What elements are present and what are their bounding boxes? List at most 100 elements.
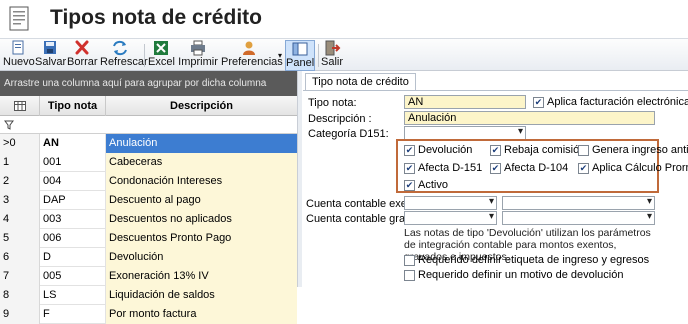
row-index: 4 bbox=[0, 210, 40, 229]
cell-descripcion[interactable]: Exoneración 13% IV bbox=[106, 267, 297, 286]
row-index: 3 bbox=[0, 191, 40, 210]
gravado-account-name-select[interactable] bbox=[502, 211, 655, 225]
panel-splitter[interactable] bbox=[297, 71, 302, 287]
exento-account-name-select[interactable] bbox=[502, 196, 655, 210]
cell-tipo[interactable]: 006 bbox=[40, 229, 106, 248]
rebaja-checkbox[interactable]: ✔ Rebaja comisión bbox=[490, 144, 585, 156]
document-icon bbox=[9, 6, 29, 31]
cell-tipo[interactable]: DAP bbox=[40, 191, 106, 210]
column-chooser-icon[interactable] bbox=[0, 96, 40, 116]
categoria-label: Categoría D151: bbox=[308, 128, 389, 140]
filter-icon[interactable] bbox=[4, 120, 14, 130]
checkbox-unchecked-icon[interactable] bbox=[404, 269, 415, 281]
checkbox-checked-icon[interactable]: ✔ bbox=[404, 179, 415, 191]
row-indicator: >0 bbox=[0, 134, 40, 153]
cell-descripcion[interactable]: Liquidación de saldos bbox=[106, 286, 297, 305]
cell-tipo[interactable]: 004 bbox=[40, 172, 106, 191]
row-index: 2 bbox=[0, 172, 40, 191]
new-label: Nuevo bbox=[3, 56, 35, 68]
checkbox-checked-icon[interactable]: ✔ bbox=[404, 162, 415, 174]
cell-descripcion[interactable]: Cabeceras bbox=[106, 153, 297, 172]
panel-button[interactable]: Panel bbox=[285, 40, 315, 71]
cell-tipo[interactable]: LS bbox=[40, 286, 106, 305]
checkbox-unchecked-icon[interactable] bbox=[404, 254, 415, 266]
row-index: 9 bbox=[0, 305, 40, 324]
refresh-button[interactable]: Refrescar bbox=[100, 40, 148, 71]
table-row[interactable]: 5 006 Descuentos Pronto Pago bbox=[0, 229, 297, 248]
cell-descripcion[interactable]: Descuentos Pronto Pago bbox=[106, 229, 297, 248]
window-title: Tipos nota de crédito bbox=[50, 6, 262, 29]
cell-descripcion[interactable]: Devolución bbox=[106, 248, 297, 267]
cell-tipo[interactable]: AN bbox=[40, 134, 106, 153]
req-etiqueta-checkbox[interactable]: Requerido definir etiqueta de ingreso y … bbox=[404, 254, 649, 266]
preferences-button[interactable]: Preferencias bbox=[221, 40, 283, 71]
table-row[interactable]: 3 DAP Descuento al pago bbox=[0, 191, 297, 210]
title-bar: Tipos nota de crédito bbox=[0, 0, 688, 38]
afecta-104-label: Afecta D-104 bbox=[504, 162, 569, 174]
req-motivo-label: Requerido definir un motivo de devolució… bbox=[418, 269, 624, 281]
grid-header: Tipo nota Descripción bbox=[0, 96, 297, 116]
tab-tipo-nota[interactable]: Tipo nota de crédito bbox=[305, 73, 416, 91]
afecta-104-checkbox[interactable]: ✔ Afecta D-104 bbox=[490, 162, 568, 174]
cell-tipo[interactable]: D bbox=[40, 248, 106, 267]
checkbox-unchecked-icon[interactable] bbox=[578, 144, 589, 156]
table-row[interactable]: 8 LS Liquidación de saldos bbox=[0, 286, 297, 305]
print-button[interactable]: Imprimir bbox=[178, 40, 218, 71]
grid-rows: >0 AN Anulación 1 001 Cabeceras 2 004 Co… bbox=[0, 134, 297, 324]
new-button[interactable]: Nuevo bbox=[3, 40, 35, 71]
print-icon bbox=[191, 40, 205, 56]
cell-descripcion[interactable]: Descuento al pago bbox=[106, 191, 297, 210]
group-by-hint[interactable]: Arrastre una columna aquí para agrupar p… bbox=[0, 71, 297, 96]
filter-row[interactable] bbox=[0, 117, 297, 134]
checkbox-checked-icon[interactable]: ✔ bbox=[578, 162, 589, 174]
excel-button[interactable]: Excel bbox=[148, 40, 175, 71]
tipo-nota-input[interactable]: AN bbox=[404, 95, 526, 109]
row-index: 8 bbox=[0, 286, 40, 305]
checkbox-checked-icon[interactable]: ✔ bbox=[490, 144, 501, 156]
fe-checkbox[interactable]: ✔ Aplica facturación electrónica bbox=[533, 96, 688, 108]
row-index: 6 bbox=[0, 248, 40, 267]
cell-tipo[interactable]: 005 bbox=[40, 267, 106, 286]
column-header-descripcion[interactable]: Descripción bbox=[106, 96, 297, 116]
cell-descripcion[interactable]: Condonación Intereses bbox=[106, 172, 297, 191]
cell-tipo[interactable]: 001 bbox=[40, 153, 106, 172]
tipo-nota-label: Tipo nota: bbox=[308, 97, 357, 109]
checkbox-checked-icon[interactable]: ✔ bbox=[490, 162, 501, 174]
req-etiqueta-label: Requerido definir etiqueta de ingreso y … bbox=[418, 254, 650, 266]
devolucion-checkbox[interactable]: ✔ Devolución bbox=[404, 144, 472, 156]
table-row[interactable]: 6 D Devolución bbox=[0, 248, 297, 267]
column-header-tipo[interactable]: Tipo nota bbox=[40, 96, 106, 116]
table-row[interactable]: 7 005 Exoneración 13% IV bbox=[0, 267, 297, 286]
cell-descripcion[interactable]: Anulación bbox=[106, 134, 297, 153]
afecta-151-checkbox[interactable]: ✔ Afecta D-151 bbox=[404, 162, 482, 174]
exit-label: Salir bbox=[321, 56, 344, 68]
delete-button[interactable]: Borrar bbox=[67, 40, 98, 71]
cell-descripcion[interactable]: Descuentos no aplicados bbox=[106, 210, 297, 229]
excel-label: Excel bbox=[148, 56, 175, 68]
prorrata-checkbox[interactable]: ✔Aplica Cálculo Prorrata bbox=[578, 162, 688, 174]
categoria-select[interactable] bbox=[404, 126, 526, 140]
descripcion-input[interactable]: Anulación bbox=[404, 111, 655, 125]
checkbox-checked-icon[interactable]: ✔ bbox=[404, 144, 415, 156]
table-row[interactable]: >0 AN Anulación bbox=[0, 134, 297, 153]
checkbox-checked-icon[interactable]: ✔ bbox=[533, 96, 544, 108]
preferences-label: Preferencias bbox=[221, 56, 283, 68]
devolucion-label: Devolución bbox=[418, 144, 473, 156]
cell-tipo[interactable]: F bbox=[40, 305, 106, 324]
table-row[interactable]: 4 003 Descuentos no aplicados bbox=[0, 210, 297, 229]
exit-button[interactable]: Salir bbox=[321, 40, 343, 71]
gravado-account-select[interactable] bbox=[404, 211, 497, 225]
exit-icon bbox=[325, 40, 341, 56]
row-index: 1 bbox=[0, 153, 40, 172]
cell-descripcion[interactable]: Por monto factura bbox=[106, 305, 297, 324]
save-button[interactable]: Salvar bbox=[35, 40, 66, 71]
table-row[interactable]: 9 F Por monto factura bbox=[0, 305, 297, 324]
grid-panel: Arrastre una columna aquí para agrupar p… bbox=[0, 71, 297, 324]
cell-tipo[interactable]: 003 bbox=[40, 210, 106, 229]
exento-account-select[interactable] bbox=[404, 196, 497, 210]
table-row[interactable]: 2 004 Condonación Intereses bbox=[0, 172, 297, 191]
activo-checkbox[interactable]: ✔ Activo bbox=[404, 179, 448, 191]
table-row[interactable]: 1 001 Cabeceras bbox=[0, 153, 297, 172]
genera-checkbox[interactable]: Genera ingreso anticipado bbox=[578, 144, 688, 156]
req-motivo-checkbox[interactable]: Requerido definir un motivo de devolució… bbox=[404, 269, 623, 281]
